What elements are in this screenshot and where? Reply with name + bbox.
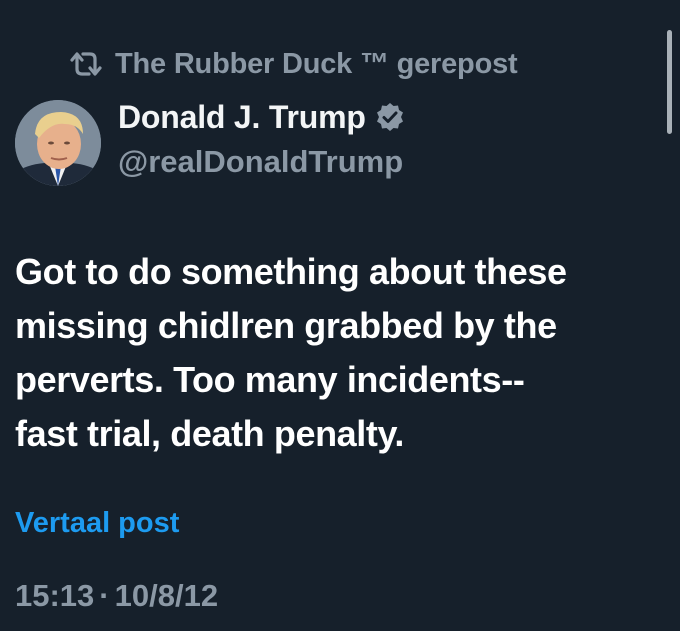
verified-badge-icon[interactable] — [374, 101, 406, 133]
separator-dot: · — [99, 578, 110, 613]
repost-context[interactable]: The Rubber Duck ™ gerepost — [66, 44, 518, 84]
post-text-line: Got to do something about these — [15, 251, 567, 292]
post-text: Got to do something about these missing … — [15, 245, 655, 461]
post-text-line: missing chidlren grabbed by the — [15, 305, 557, 346]
author-name[interactable]: Donald J. Trump — [118, 99, 366, 136]
author-handle[interactable]: @realDonaldTrump — [118, 142, 403, 182]
post-text-line: fast trial, death penalty. — [15, 413, 405, 454]
post-time: 15:13 — [15, 578, 95, 613]
post-date: 10/8/12 — [114, 578, 219, 613]
scrollbar-thumb[interactable] — [667, 30, 672, 134]
repost-text: The Rubber Duck ™ gerepost — [115, 47, 518, 80]
repost-icon — [66, 49, 106, 79]
post-timestamp[interactable]: 15:13 · 10/8/12 — [15, 574, 218, 618]
post-text-line: perverts. Too many incidents-- — [15, 359, 525, 400]
translate-post-link[interactable]: Vertaal post — [15, 502, 179, 544]
post-detail-screen: The Rubber Duck ™ gerepost Donald J. Tru… — [0, 0, 680, 631]
author-name-row[interactable]: Donald J. Trump — [118, 96, 406, 138]
avatar[interactable] — [15, 100, 101, 186]
